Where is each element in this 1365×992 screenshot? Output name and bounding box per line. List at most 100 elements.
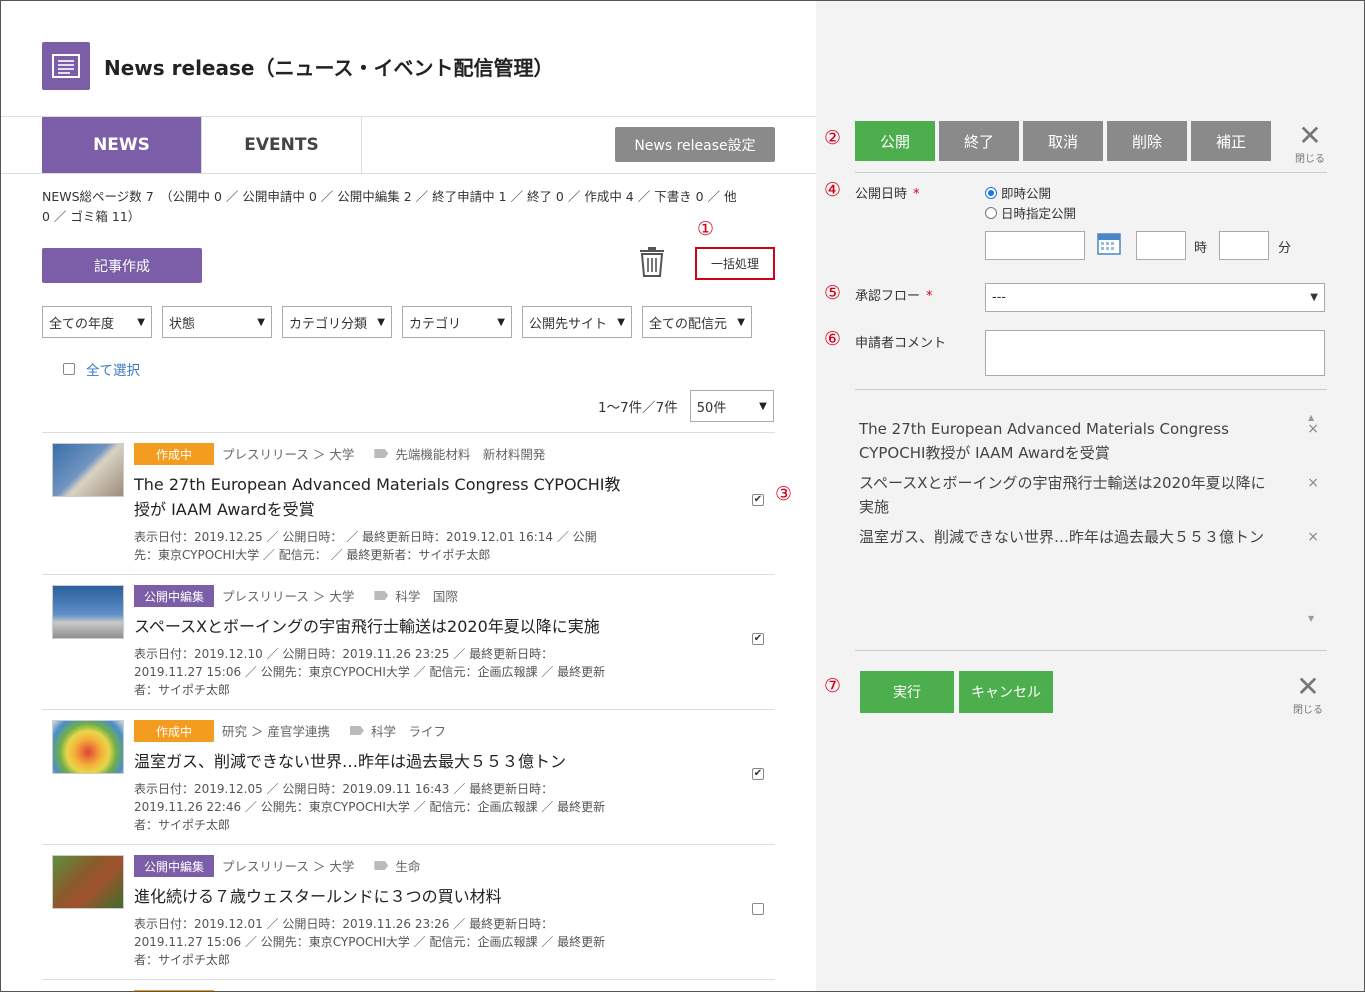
radio-scheduled-dot[interactable] bbox=[985, 206, 997, 219]
annotation-marker-5: ⑤ bbox=[824, 282, 842, 304]
bulk-process-button[interactable]: 一括処理 bbox=[695, 247, 775, 280]
minute-input[interactable] bbox=[1219, 231, 1269, 260]
cancel-publish-button[interactable]: 取消 bbox=[1023, 121, 1103, 161]
per-page-select[interactable]: 50件 ▼ bbox=[689, 390, 774, 422]
article-checkbox[interactable]: ✔ bbox=[752, 494, 764, 506]
article-title[interactable]: 温室ガス、削減できない世界…昨年は過去最大５５３億トン bbox=[134, 749, 624, 774]
approval-flow-label-text: 承認フロー bbox=[855, 289, 921, 304]
article-meta-line: 表示日付：2019.12.05 ／ 公開日時：2019.09.11 16:43 … bbox=[134, 782, 554, 796]
radio-scheduled[interactable]: 日時指定公開 bbox=[985, 203, 1076, 222]
status-filter-select[interactable]: 状態 ▼ bbox=[162, 306, 272, 338]
correct-button[interactable]: 補正 bbox=[1191, 121, 1271, 161]
publish-date-label: 公開日時 * bbox=[855, 183, 920, 202]
select-all-checkbox[interactable] bbox=[63, 363, 75, 375]
article-title[interactable]: 進化続ける７歳ウェスタールンドに３つの買い材料 bbox=[134, 884, 624, 909]
radio-immediate-dot[interactable] bbox=[985, 186, 997, 199]
article-checkbox[interactable]: ✔ bbox=[752, 768, 764, 780]
calendar-icon[interactable] bbox=[1097, 231, 1121, 255]
applicant-comment-textarea[interactable] bbox=[985, 330, 1325, 376]
chevron-down-icon: ▼ bbox=[617, 316, 625, 328]
article-title-line: 進化続ける７歳ウェスタールンドに３つの買い材料 bbox=[134, 887, 502, 906]
selected-article-item: スペースXとボーイングの宇宙飛行士輸送は2020年夏以降に 実施 × bbox=[855, 471, 1319, 519]
radio-scheduled-label: 日時指定公開 bbox=[1001, 206, 1077, 221]
action-buttons: 公開 終了 取消 削除 補正 bbox=[855, 121, 1271, 161]
execute-button[interactable]: 実行 bbox=[860, 671, 954, 713]
tag-icon bbox=[349, 726, 364, 735]
select-all-label[interactable]: 全て選択 bbox=[86, 359, 140, 379]
hour-input[interactable] bbox=[1136, 231, 1186, 260]
summary-line-1: NEWS総ページ数 7 （公開中 0 ／ 公開申請中 0 ／ 公開中編集 2 ／… bbox=[42, 189, 737, 204]
cancel-button[interactable]: キャンセル bbox=[959, 671, 1053, 713]
publish-date-input[interactable] bbox=[985, 231, 1085, 260]
article-tags: 科学 ライフ bbox=[370, 724, 446, 739]
news-release-settings-button[interactable]: News release設定 bbox=[615, 127, 775, 162]
year-filter-select[interactable]: 全ての年度 ▼ bbox=[42, 306, 152, 338]
article-title[interactable]: スペースXとボーイングの宇宙飛行士輸送は2020年夏以降に実施 bbox=[134, 614, 624, 639]
panel-divider bbox=[855, 389, 1327, 390]
article-meta-line: 2019.11.26 22:46 ／ 公開先：東京CYPOCHI大学 ／ 配信元… bbox=[134, 800, 606, 814]
article-title[interactable]: The 27th European Advanced Materials Con… bbox=[134, 472, 624, 522]
tab-news[interactable]: NEWS bbox=[42, 117, 202, 173]
article-checkbox[interactable] bbox=[752, 903, 764, 915]
article-meta-line: 者：サイポチ太郎 bbox=[134, 953, 231, 967]
tag-icon bbox=[374, 591, 389, 600]
scroll-down-icon[interactable]: ▼ bbox=[1308, 614, 1314, 623]
category-filter-value: カテゴリ bbox=[409, 316, 462, 332]
selected-article-item: 温室ガス、削減できない世界…昨年は過去最大５５３億トン × bbox=[855, 525, 1319, 549]
chevron-down-icon: ▼ bbox=[137, 316, 145, 328]
article-meta-line: 表示日付：2019.12.10 ／ 公開日時：2019.11.26 23:25 … bbox=[134, 647, 554, 661]
category-path: 研究 ＞ 産官学連携 bbox=[222, 724, 330, 739]
article-meta-line: 先：東京CYPOCHI大学 ／ 配信元： ／ 最終更新者：サイポチ太郎 bbox=[134, 548, 491, 562]
status-summary: NEWS総ページ数 7 （公開中 0 ／ 公開申請中 0 ／ 公開中編集 2 ／… bbox=[42, 187, 777, 227]
radio-immediate[interactable]: 即時公開 bbox=[985, 183, 1051, 202]
article-title-line: スペースXとボーイングの宇宙飛行士輸送は2020年夏以降に実施 bbox=[134, 617, 600, 636]
publish-button[interactable]: 公開 bbox=[855, 121, 935, 161]
article-checkbox[interactable]: ✔ bbox=[752, 633, 764, 645]
applicant-comment-label: 申請者コメント bbox=[855, 336, 947, 351]
site-filter-select[interactable]: 公開先サイト ▼ bbox=[522, 306, 632, 338]
year-filter-value: 全ての年度 bbox=[49, 316, 115, 332]
category-filter-select[interactable]: カテゴリ ▼ bbox=[402, 306, 512, 338]
approval-flow-label: 承認フロー * bbox=[855, 285, 933, 304]
radio-immediate-label: 即時公開 bbox=[1001, 186, 1052, 201]
category-class-filter-value: カテゴリ分類 bbox=[289, 316, 368, 332]
article-row[interactable]: 公開中編集 プレスリリース ＞ 大学 科学 国際 スペースXとボーイングの宇宙飛… bbox=[42, 574, 775, 709]
news-list-panel: News release（ニュース・イベント配信管理） NEWS EVENTS … bbox=[1, 1, 816, 991]
create-article-button[interactable]: 記事作成 bbox=[42, 248, 202, 283]
article-title-line: 温室ガス、削減できない世界…昨年は過去最大５５３億トン bbox=[134, 752, 567, 771]
panel-divider bbox=[855, 172, 1327, 173]
article-row[interactable]: 作成中 研究 ＞ 産官学連携 科学 ライフ 温室ガス、削減できない世界…昨年は過… bbox=[42, 709, 775, 844]
status-badge: 作成中 bbox=[134, 443, 214, 465]
source-filter-select[interactable]: 全ての配信元 ▼ bbox=[642, 306, 752, 338]
news-app-icon bbox=[42, 42, 90, 90]
scroll-up-icon[interactable]: ▲ bbox=[1308, 413, 1314, 422]
article-title-line: The 27th European Advanced Materials Con… bbox=[134, 475, 621, 494]
article-thumbnail bbox=[52, 855, 124, 909]
tab-events[interactable]: EVENTS bbox=[202, 117, 362, 173]
selected-list-scrollbar[interactable]: ▲ ▼ bbox=[1306, 413, 1318, 623]
result-range: 1〜7件／7件 bbox=[598, 400, 678, 416]
selected-article-line: The 27th European Advanced Materials Con… bbox=[859, 420, 1229, 438]
end-button[interactable]: 終了 bbox=[939, 121, 1019, 161]
approval-flow-select[interactable]: --- ▼ bbox=[985, 283, 1325, 312]
category-path: プレスリリース ＞ 大学 bbox=[222, 447, 355, 462]
category-path: プレスリリース ＞ 大学 bbox=[222, 589, 355, 604]
select-all[interactable]: 全て選択 bbox=[63, 359, 140, 379]
minute-unit: 分 bbox=[1278, 241, 1292, 256]
annotation-marker-3: ③ bbox=[775, 483, 793, 505]
trash-icon[interactable] bbox=[639, 247, 665, 277]
article-row[interactable]: 公開中編集 プレスリリース ＞ 大学 生命 進化続ける７歳ウェスタールンドに３つ… bbox=[42, 844, 775, 979]
article-row[interactable]: 作成中 プレスリリース ＞ 大学 先端機能材料 新材料開発 The 27th E… bbox=[42, 432, 792, 574]
source-filter-value: 全ての配信元 bbox=[649, 316, 728, 332]
status-badge: 公開中編集 bbox=[134, 585, 214, 607]
chevron-down-icon: ▼ bbox=[1310, 292, 1318, 303]
close-panel-top[interactable]: ✕ 閉じる bbox=[1290, 122, 1330, 166]
approval-flow-value: --- bbox=[992, 290, 1007, 305]
category-class-filter-select[interactable]: カテゴリ分類 ▼ bbox=[282, 306, 392, 338]
selected-article-line: 実施 bbox=[859, 498, 890, 516]
selected-article-line: CYPOCHI教授が IAAM Awardを受賞 bbox=[859, 444, 1110, 462]
close-panel-bottom[interactable]: ✕ 閉じる bbox=[1288, 673, 1328, 717]
filter-bar: 全ての年度 ▼ 状態 ▼ カテゴリ分類 ▼ カテゴリ ▼ 公開先サイト ▼ 全ての配信元 ▼ bbox=[42, 306, 752, 338]
delete-button[interactable]: 削除 bbox=[1107, 121, 1187, 161]
